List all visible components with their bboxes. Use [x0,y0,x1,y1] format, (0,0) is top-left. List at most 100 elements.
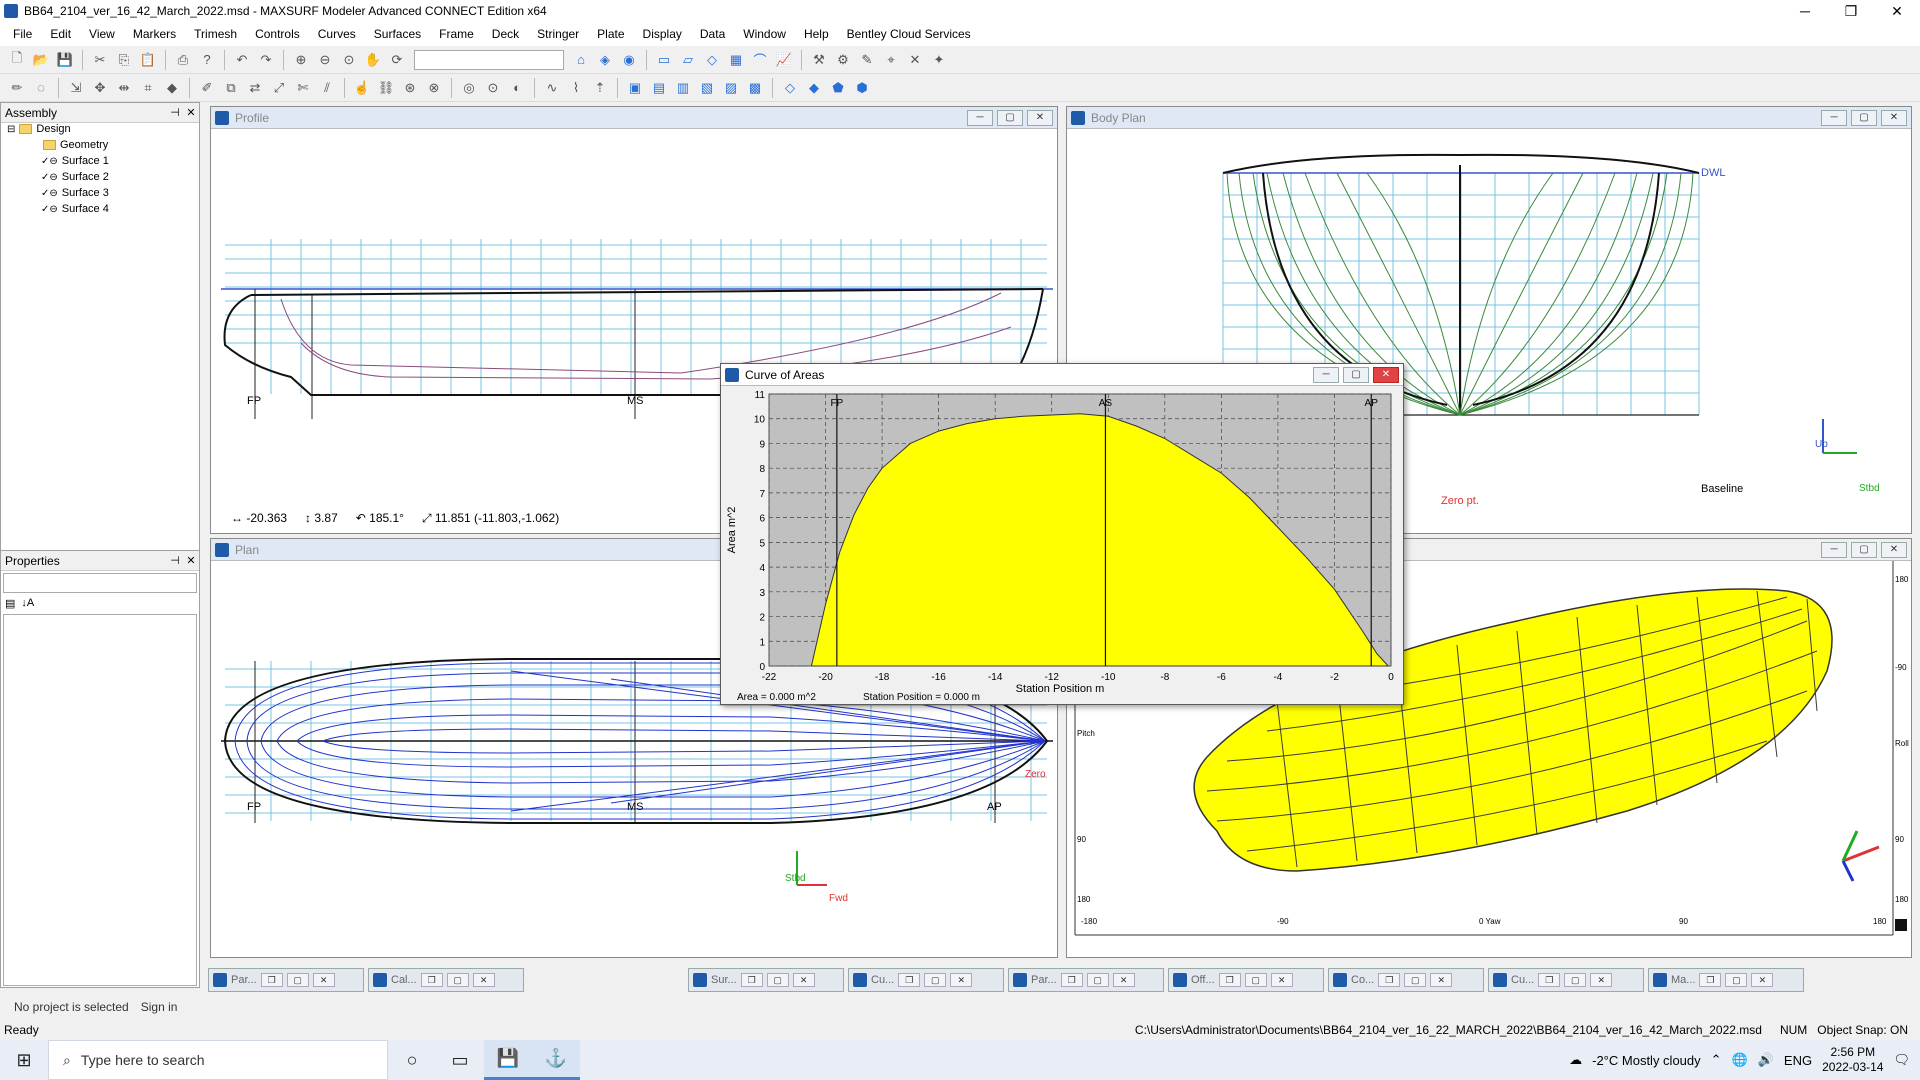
menu-item-stringer[interactable]: Stringer [528,27,588,41]
shape-2-icon[interactable]: ◆ [803,77,825,99]
maximize-button[interactable]: ❐ [1828,0,1874,22]
clock[interactable]: 2:56 PM 2022-03-14 [1822,1045,1883,1075]
maxsurf-app-icon[interactable]: ⚓ [532,1040,580,1080]
restore-button[interactable]: ❐ [740,973,763,987]
collapse-icon[interactable]: ⊟ [7,124,15,135]
maximize-button[interactable]: ▢ [446,973,469,987]
cut-icon[interactable]: ✂ [89,49,111,71]
display-4-icon[interactable]: ▧ [696,77,718,99]
bond-icon[interactable]: ⊗ [423,77,445,99]
tree-root[interactable]: ⊟ Design [7,123,71,135]
move-icon[interactable]: ✥ [89,77,111,99]
maximize-button[interactable]: ▢ [1404,973,1427,987]
menu-item-curves[interactable]: Curves [309,27,365,41]
fill-icon[interactable]: ◐ [506,77,528,99]
surface-2-icon[interactable]: ▱ [677,49,699,71]
language-label[interactable]: ENG [1784,1053,1812,1068]
maximize-button[interactable]: ▢ [1086,973,1109,987]
new-icon[interactable]: 🗋 [6,49,28,71]
node-icon[interactable]: ◆ [161,77,183,99]
weather-icon[interactable]: ☁ [1569,1052,1582,1068]
tool-6-icon[interactable]: ✦ [928,49,950,71]
menu-item-frame[interactable]: Frame [430,27,483,41]
menu-item-help[interactable]: Help [795,27,838,41]
menu-item-surfaces[interactable]: Surfaces [365,27,430,41]
shape-1-icon[interactable]: ◇ [779,77,801,99]
close-button[interactable]: ✕ [312,973,335,987]
maximize-button[interactable]: ▢ [1244,973,1267,987]
start-icon[interactable]: ⊞ [0,1040,48,1080]
snap-icon[interactable]: ⌗ [137,77,159,99]
close-icon[interactable]: ✕ [183,106,199,119]
maximize-button[interactable]: ▢ [997,109,1023,126]
select-icon[interactable]: ⇲ [65,77,87,99]
align-icon[interactable]: ⇹ [113,77,135,99]
tree-item-surface-2[interactable]: ✓⊖ Surface 2 [41,171,109,183]
arrow-icon[interactable]: ⇡ [589,77,611,99]
maximize-button[interactable]: ▢ [924,973,947,987]
close-button[interactable]: ✕ [1881,541,1907,558]
shade-icon[interactable]: ◈ [594,49,616,71]
trim-icon[interactable]: ✄ [292,77,314,99]
close-button[interactable]: ✕ [472,973,495,987]
minimize-button[interactable]: ─ [1313,366,1339,383]
maximize-button[interactable]: ▢ [1851,109,1877,126]
edit-icon[interactable]: ✐ [196,77,218,99]
minimized-window-tab[interactable]: Cal... ❐ ▢ ✕ [368,968,524,992]
minimize-button[interactable]: ─ [1821,541,1847,558]
minimized-window-tab[interactable]: Cu... ❐ ▢ ✕ [848,968,1004,992]
surface-3-icon[interactable]: ◇ [701,49,723,71]
menu-item-controls[interactable]: Controls [246,27,309,41]
minimized-window-tab[interactable]: Par... ❐ ▢ ✕ [1008,968,1164,992]
tool-icon[interactable]: ⚒ [808,49,830,71]
notification-icon[interactable]: 🗨 [1893,1052,1910,1068]
minimized-window-tab[interactable]: Off... ❐ ▢ ✕ [1168,968,1324,992]
flip-icon[interactable]: ⇄ [244,77,266,99]
lasso-icon[interactable]: ◌ [30,77,52,99]
minimized-window-tab[interactable]: Cu... ❐ ▢ ✕ [1488,968,1644,992]
restore-button[interactable]: ❐ [898,973,921,987]
pen-icon[interactable]: ✏ [6,77,28,99]
close-button[interactable]: ✕ [1027,109,1053,126]
close-button[interactable]: ✕ [1112,973,1135,987]
view-combo[interactable] [414,49,564,70]
tree-item-geometry[interactable]: Geometry [43,139,108,151]
rotate-icon[interactable]: ⟳ [386,49,408,71]
close-button[interactable]: ✕ [1373,366,1399,383]
shape-4-icon[interactable]: ⬢ [851,77,873,99]
close-icon[interactable]: ✕ [183,554,199,567]
menu-item-window[interactable]: Window [734,27,795,41]
checkmark-icon[interactable]: ✓⊖ [41,204,58,215]
tool-2-icon[interactable]: ⚙ [832,49,854,71]
curve-of-areas-chart[interactable]: 0 1 2 3 4 5 6 7 8 9 10 11 -22 -20 -18 -16 -14 -12 -10 -8 -6 -… [721,386,1403,704]
maximize-button[interactable]: ▢ [1851,541,1877,558]
spline-icon[interactable]: ⌇ [565,77,587,99]
tree-item-surface-4[interactable]: ✓⊖ Surface 4 [41,203,109,215]
copy-surface-icon[interactable]: ⧉ [220,77,242,99]
checkmark-icon[interactable]: ✓⊖ [41,172,58,183]
chevron-up-icon[interactable]: ⌃ [1711,1052,1722,1068]
menu-item-bentley-cloud-services[interactable]: Bentley Cloud Services [838,27,980,41]
tool-3-icon[interactable]: ✎ [856,49,878,71]
hand-icon[interactable]: ☝ [351,77,373,99]
maximize-button[interactable]: ▢ [1564,973,1587,987]
surface-icon[interactable]: ▭ [653,49,675,71]
display-3-icon[interactable]: ▥ [672,77,694,99]
close-button[interactable]: ✕ [1590,973,1613,987]
sort-icon[interactable]: ↓A [21,597,34,610]
pin-icon[interactable]: ⊙ [482,77,504,99]
zoom-icon[interactable]: ⊕ [290,49,312,71]
properties-selector[interactable] [3,573,197,593]
pin-icon[interactable]: ⊣ [167,554,183,567]
maximize-button[interactable]: ▢ [1725,973,1748,987]
maximize-button[interactable]: ▢ [1343,366,1369,383]
menu-item-data[interactable]: Data [691,27,734,41]
menu-item-deck[interactable]: Deck [483,27,528,41]
help-icon[interactable]: ? [196,49,218,71]
restore-button[interactable]: ❐ [1699,973,1722,987]
render-icon[interactable]: ◉ [618,49,640,71]
sign-in-link[interactable]: Sign in [141,1000,178,1014]
menu-item-file[interactable]: File [4,27,41,41]
paste-icon[interactable]: 📋 [137,49,159,71]
close-button[interactable]: ✕ [792,973,815,987]
